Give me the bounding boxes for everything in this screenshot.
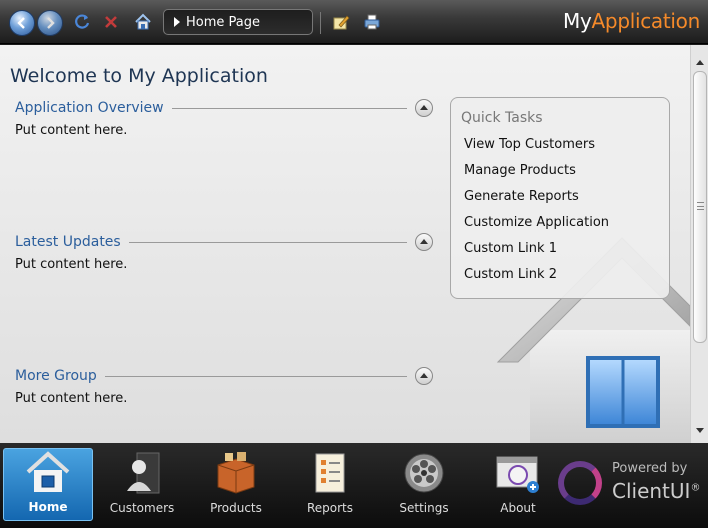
home-icon (25, 450, 71, 494)
back-icon[interactable] (9, 10, 35, 36)
grip-icon (697, 202, 704, 210)
quick-task-link[interactable]: View Top Customers (464, 137, 595, 152)
top-toolbar: Home Page MyApplication (0, 0, 708, 44)
scroll-down-icon[interactable] (696, 428, 704, 433)
dock-item-products[interactable]: Products (191, 448, 281, 521)
group-body-more: Put content here. (15, 391, 128, 406)
group-divider (104, 375, 407, 377)
quick-task-link[interactable]: Manage Products (464, 163, 576, 178)
breadcrumb-arrow-icon (174, 17, 180, 27)
forward-icon[interactable] (37, 10, 63, 36)
dock-label: Home (28, 500, 68, 514)
vertical-scrollbar[interactable] (690, 45, 708, 443)
settings-icon (401, 451, 447, 495)
dock-label: Reports (306, 501, 354, 515)
address-bar[interactable]: Home Page (163, 9, 313, 35)
group-title: More Group (15, 368, 97, 384)
group-divider (128, 241, 407, 243)
dock-label: Customers (109, 501, 175, 515)
powered-by-brand: ClientUI® (612, 479, 700, 503)
collapse-icon[interactable] (415, 99, 433, 117)
group-header-updates: Latest Updates (15, 232, 433, 252)
group-body-overview: Put content here. (15, 123, 128, 138)
group-body-updates: Put content here. (15, 257, 128, 272)
powered-brand-name: ClientUI (612, 479, 691, 503)
about-icon (495, 451, 541, 495)
quick-task-link[interactable]: Custom Link 2 (464, 267, 557, 282)
quick-task-link[interactable]: Customize Application (464, 215, 609, 230)
clientui-logo-icon (558, 461, 602, 505)
bottom-dock: Home Customers Products Reports Settings (0, 443, 708, 528)
group-header-more: More Group (15, 366, 433, 386)
registered-mark: ® (690, 482, 701, 494)
group-divider (171, 107, 407, 109)
app-brand: MyApplication (563, 9, 700, 33)
group-title: Latest Updates (15, 234, 121, 250)
home-icon[interactable] (133, 12, 153, 32)
quick-task-link[interactable]: Generate Reports (464, 189, 579, 204)
collapse-icon[interactable] (415, 367, 433, 385)
print-icon[interactable] (362, 12, 382, 32)
customers-icon (119, 451, 165, 495)
dock-item-reports[interactable]: Reports (285, 448, 375, 521)
quick-task-link[interactable]: Custom Link 1 (464, 241, 557, 256)
brand-accent: Application (591, 9, 701, 33)
dock-item-settings[interactable]: Settings (379, 448, 469, 521)
refresh-icon[interactable] (72, 12, 92, 32)
dock-label: Products (210, 501, 262, 515)
powered-by-text: Powered by (612, 461, 688, 476)
collapse-icon[interactable] (415, 233, 433, 251)
dock-item-customers[interactable]: Customers (97, 448, 187, 521)
brand-prefix: My (563, 9, 592, 33)
quick-tasks-title: Quick Tasks (461, 110, 543, 126)
powered-by-logo: Powered by ClientUI® (558, 453, 708, 513)
edit-icon[interactable] (331, 12, 351, 32)
dock-label: Settings (399, 501, 449, 515)
address-text: Home Page (186, 14, 260, 30)
products-icon (213, 451, 259, 495)
app-window: Home Page MyApplication Welcome to My Ap… (0, 0, 708, 528)
group-header-overview: Application Overview (15, 98, 433, 118)
group-title: Application Overview (15, 100, 164, 116)
dock-label: About (500, 501, 536, 515)
scroll-thumb[interactable] (693, 71, 707, 343)
dock-item-home[interactable]: Home (3, 448, 93, 521)
toolbar-divider (320, 12, 321, 34)
quick-tasks-panel: Quick Tasks View Top Customers Manage Pr… (450, 97, 670, 299)
dock-item-about[interactable]: About (473, 448, 563, 521)
page-title: Welcome to My Application (10, 65, 268, 87)
stop-icon[interactable] (101, 12, 121, 32)
reports-icon (307, 451, 353, 495)
scroll-up-icon[interactable] (696, 60, 704, 65)
main-content: Welcome to My Application Application Ov… (0, 45, 690, 443)
